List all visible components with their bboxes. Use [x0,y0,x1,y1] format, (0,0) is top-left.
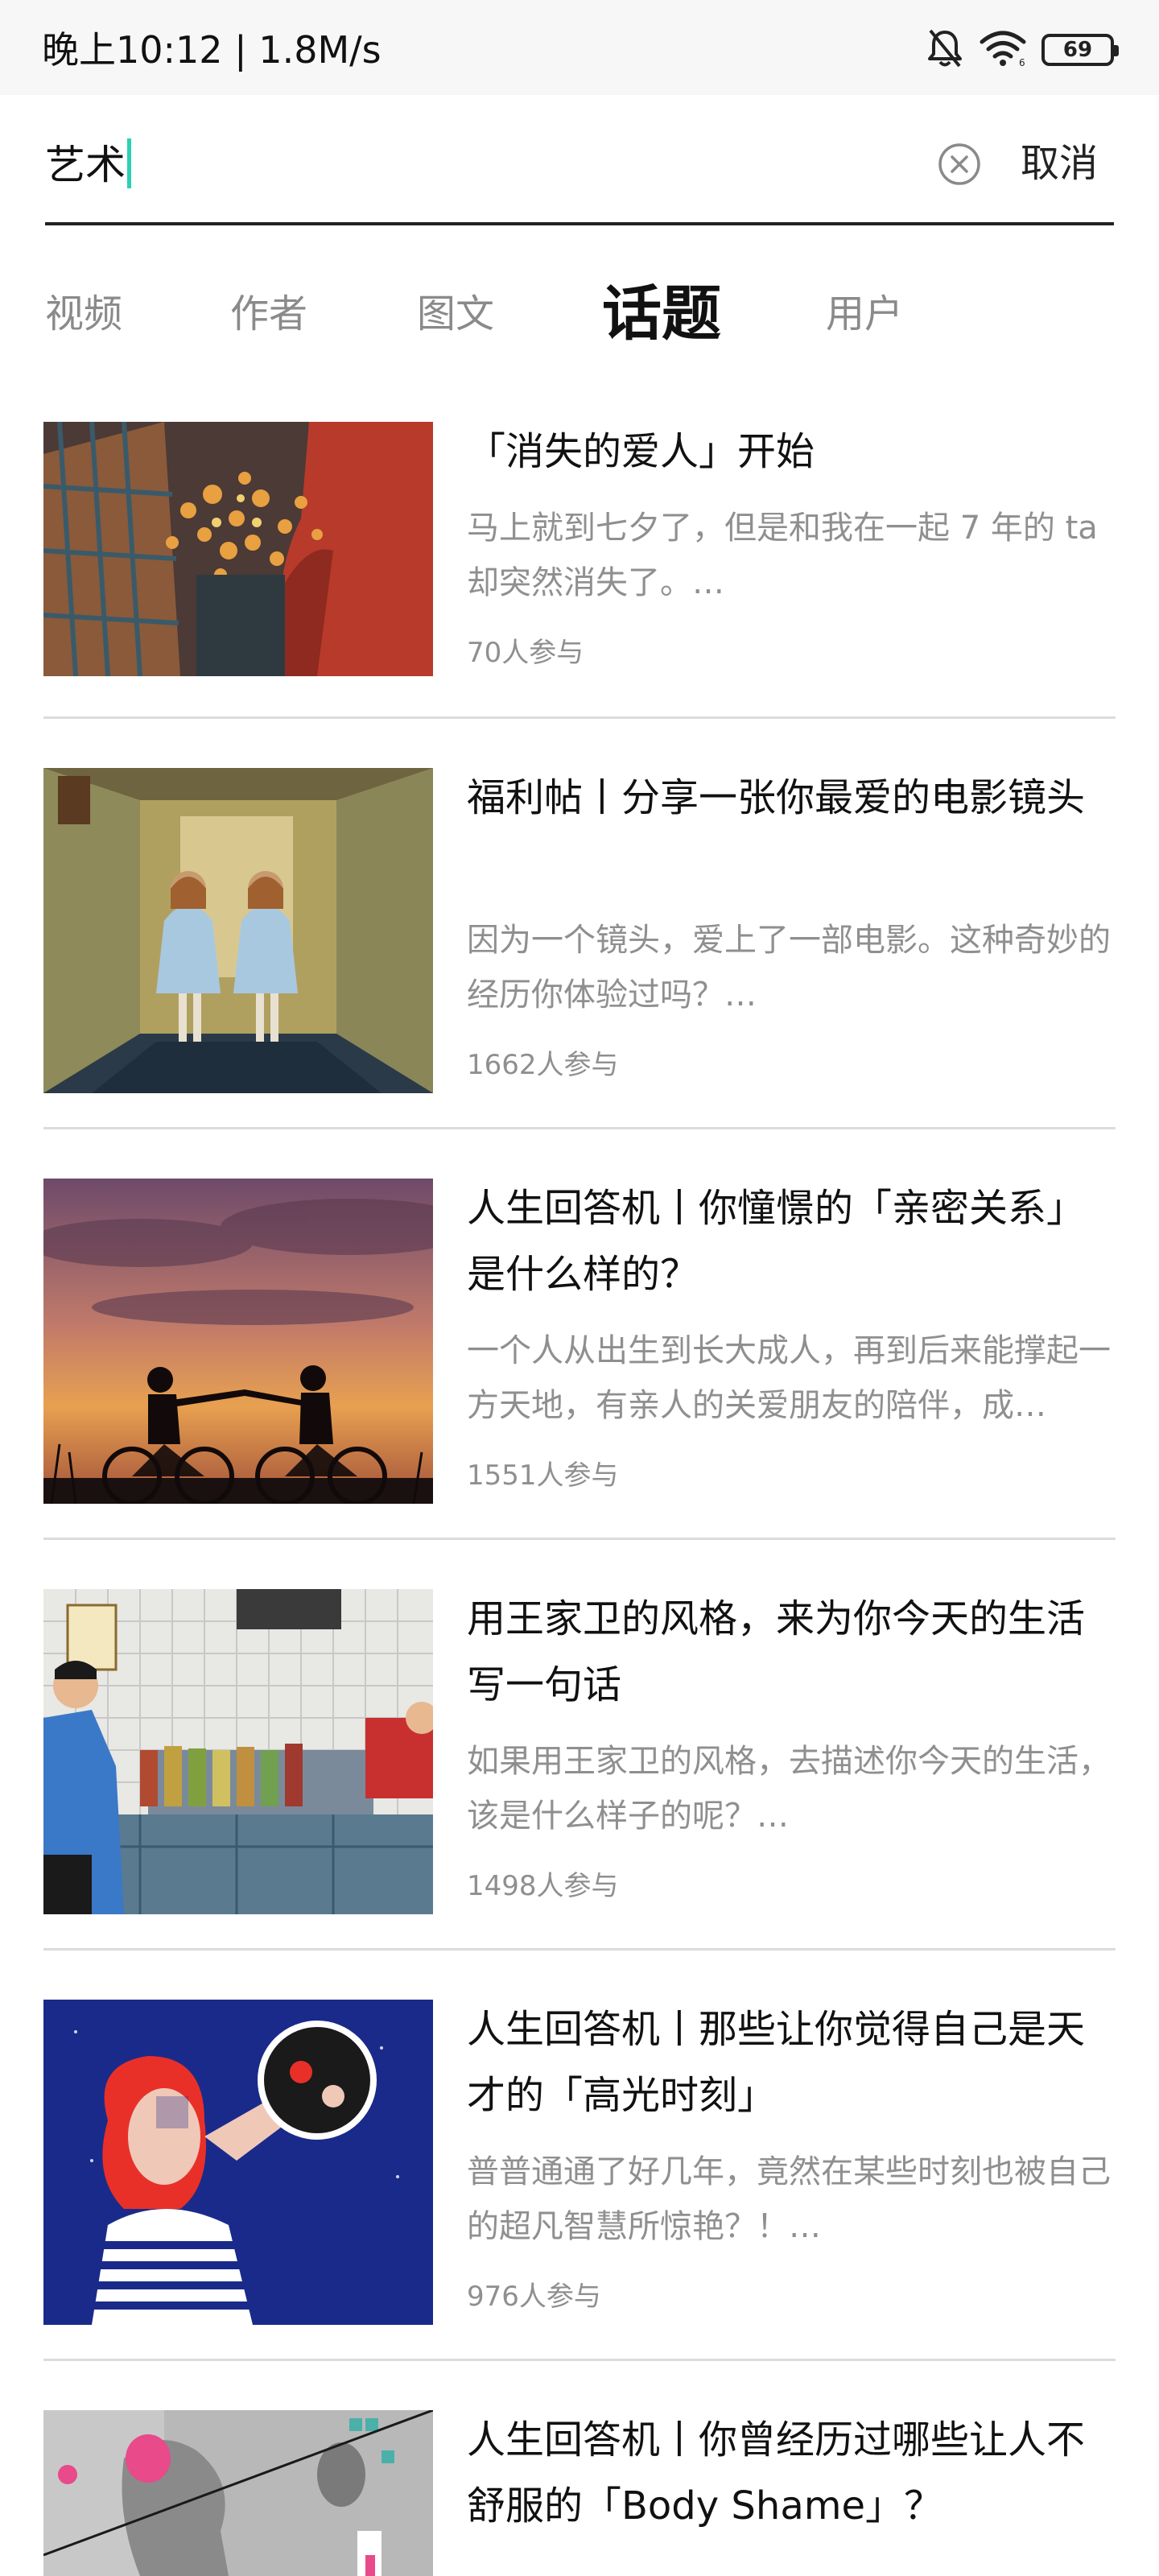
row-divider [43,1538,1116,1540]
status-time-speed: 晚上10:12 | 1.8M/s [42,28,382,72]
tab-author[interactable]: 作者 [230,266,307,362]
topic-description: 因为一个镜头，爱上了一部电影。这种奇妙的经历你体验过吗？… [467,922,1111,1013]
topic-title: 人生回答机丨你憧憬的「亲密关系」是什么样的？ [467,1186,1086,1297]
topic-description: 马上就到七夕了，但是和我在一起 7 年的 ta 却突然消失了。… [467,510,1098,601]
battery-level: 69 [1062,38,1093,62]
topic-title: 用王家卫的风格，来为你今天的生活写一句话 [467,1596,1086,1707]
search-query: 艺术 [45,142,126,188]
topic-thumbnail [43,422,433,676]
text-caret [127,138,131,188]
search-input[interactable]: 艺术 [45,137,131,193]
status-icons: 6 69 [926,24,1119,76]
topic-description: 一个人从出生到长大成人，再到后来能撑起一方天地，有亲人的关爱朋友的陪伴，成… [467,1332,1111,1424]
topic-item[interactable]: 福利帖丨分享一张你最爱的电影镜头 因为一个镜头，爱上了一部电影。这种奇妙的经历你… [43,765,1116,1103]
topic-item[interactable]: 「消失的爱人」开始 马上就到七夕了，但是和我在一起 7 年的 ta 却突然消失了… [43,419,1116,708]
topic-title: 人生回答机丨那些让你觉得自己是天才的「高光时刻」 [467,2007,1086,2118]
topic-thumbnail [43,1589,433,1914]
row-divider [43,1127,1116,1129]
topic-item[interactable]: 用王家卫的风格，来为你今天的生活写一句话 如果用王家卫的风格，去描述你今天的生活… [43,1586,1116,1924]
clear-circle-icon [938,143,980,185]
topic-title: 「消失的爱人」开始 [467,429,815,474]
topic-title: 人生回答机丨你曾经历过哪些让人不舒服的「Body Shame」？ [467,2417,1086,2529]
tab-topic[interactable]: 话题 [602,266,721,362]
clear-search-button[interactable] [935,140,984,188]
topic-item[interactable]: 人生回答机丨你曾经历过哪些让人不舒服的「Body Shame」？ [43,2407,1116,2576]
category-tabs: 视频 作者 图文 话题 用户 [45,266,1114,362]
search-underline [45,222,1114,225]
participant-count: 1551人参与 [467,1459,619,1492]
participant-count: 70人参与 [467,637,584,669]
status-bar: 晚上10:12 | 1.8M/s 6 69 [0,0,1159,95]
topic-description: 普普通通了好几年，竟然在某些时刻也被自己的超凡智慧所惊艳？！… [467,2153,1111,2245]
topic-description: 如果用王家卫的风格，去描述你今天的生活，该是什么样子的呢？… [467,1743,1111,1835]
wifi-icon: 6 [979,29,1027,71]
participant-count: 976人参与 [467,2281,601,2313]
topic-thumbnail [43,768,433,1093]
search-bar: 艺术 取消 [45,121,1114,225]
svg-text:6: 6 [1019,57,1025,68]
tab-graphic[interactable]: 图文 [417,266,494,362]
tab-video[interactable]: 视频 [45,266,122,362]
topic-thumbnail [43,1179,433,1504]
row-divider [43,716,1116,719]
topic-thumbnail [43,2000,433,2325]
topic-item[interactable]: 人生回答机丨那些让你觉得自己是天才的「高光时刻」 普普通通了好几年，竟然在某些时… [43,1996,1116,2334]
row-divider [43,1948,1116,1951]
topic-item[interactable]: 人生回答机丨你憧憬的「亲密关系」是什么样的？ 一个人从出生到长大成人，再到后来能… [43,1175,1116,1513]
topic-thumbnail [43,2410,433,2576]
cancel-button[interactable]: 取消 [1021,135,1098,192]
row-divider [43,2359,1116,2361]
topic-title: 福利帖丨分享一张你最爱的电影镜头 [467,775,1086,820]
mute-bell-icon [926,27,964,72]
participant-count: 1662人参与 [467,1049,619,1081]
tab-user[interactable]: 用户 [826,266,903,362]
participant-count: 1498人参与 [467,1870,619,1902]
battery-icon: 69 [1041,34,1119,66]
